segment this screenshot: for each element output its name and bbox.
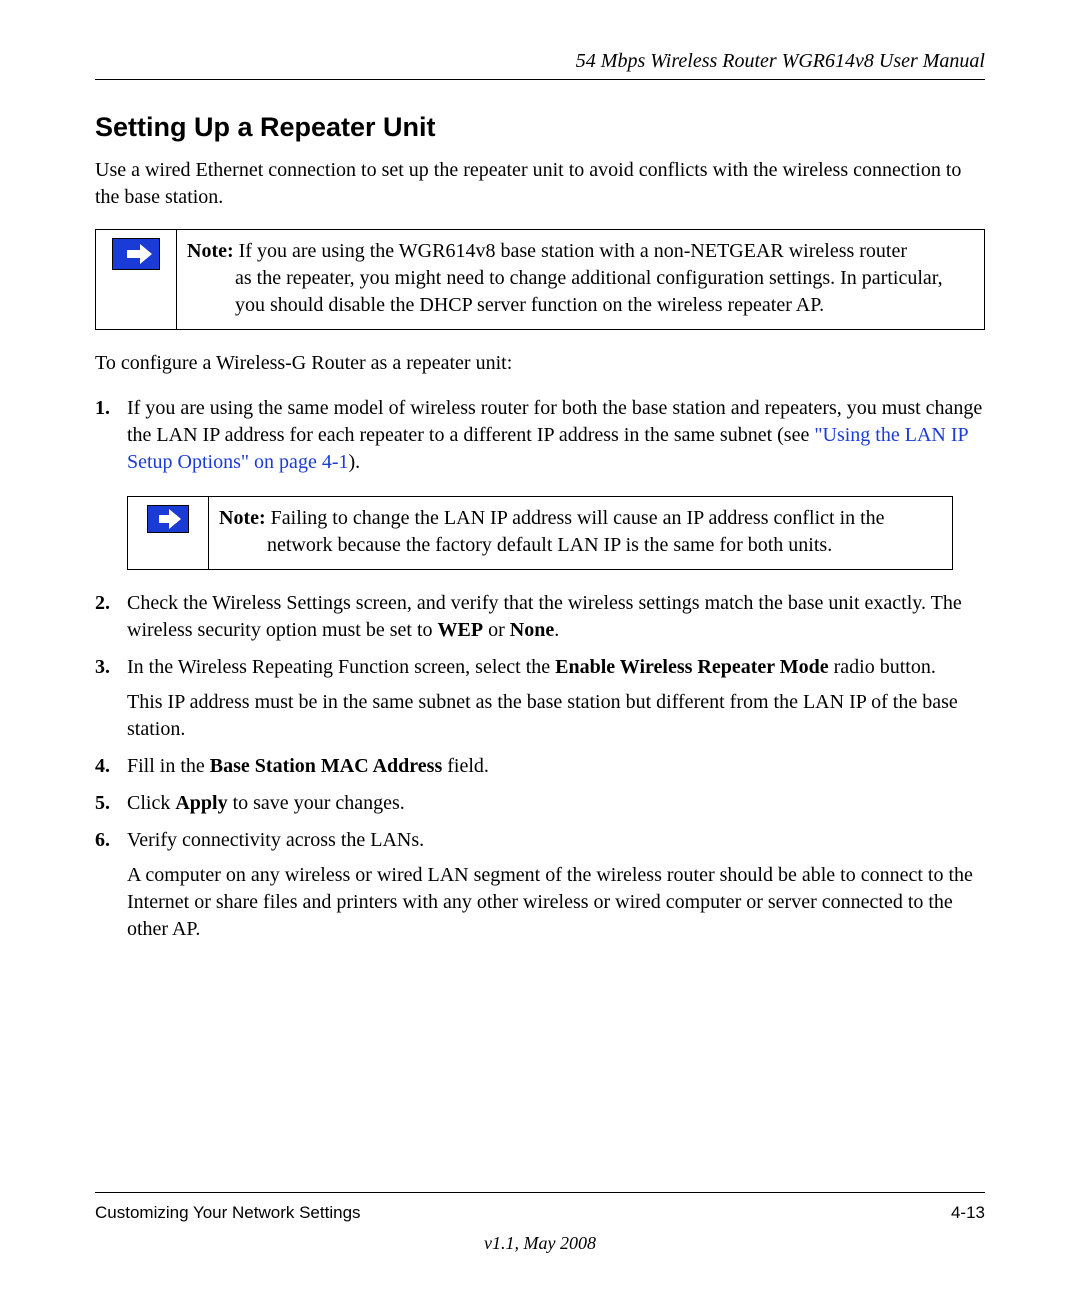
note-box-inner: Note: Failing to change the LAN IP addre… [127, 496, 953, 570]
step-item-1: If you are using the same model of wirel… [95, 395, 985, 570]
note-text: Note: If you are using the WGR614v8 base… [177, 230, 984, 329]
step-1-text-b: ). [348, 451, 360, 473]
step-3-text-b: radio button. [829, 656, 936, 678]
step-4-bold: Base Station MAC Address [210, 755, 442, 777]
section-heading: Setting Up a Repeater Unit [95, 112, 985, 143]
note-icon-cell [96, 230, 177, 329]
note-label: Note: [187, 240, 234, 262]
step-3-sub: This IP address must be in the same subn… [127, 689, 985, 743]
step-2-wep: WEP [438, 619, 484, 641]
step-6-sub: A computer on any wireless or wired LAN … [127, 862, 985, 943]
note-box: Note: If you are using the WGR614v8 base… [95, 229, 985, 330]
step-item-3: In the Wireless Repeating Function scree… [95, 654, 985, 743]
arrow-right-icon [147, 505, 189, 533]
step-2-none: None [510, 619, 554, 641]
note-lead-text: If you are using the WGR614v8 base stati… [234, 240, 907, 262]
footer-chapter: Customizing Your Network Settings [95, 1203, 361, 1223]
step-6-text: Verify connectivity across the LANs. [127, 829, 424, 851]
step-4-text-b: field. [442, 755, 489, 777]
step-item-5: Click Apply to save your changes. [95, 790, 985, 817]
footer-version: v1.1, May 2008 [95, 1233, 985, 1254]
step-5-bold: Apply [175, 792, 227, 814]
step-3-bold: Enable Wireless Repeater Mode [555, 656, 829, 678]
lead-sentence: To configure a Wireless-G Router as a re… [95, 350, 985, 377]
manual-page: 54 Mbps Wireless Router WGR614v8 User Ma… [0, 0, 1080, 1296]
step-item-4: Fill in the Base Station MAC Address fie… [95, 753, 985, 780]
steps-list: If you are using the same model of wirel… [95, 395, 985, 943]
step-item-2: Check the Wireless Settings screen, and … [95, 590, 985, 644]
step-item-6: Verify connectivity across the LANs. A c… [95, 827, 985, 943]
step-3-text-a: In the Wireless Repeating Function scree… [127, 656, 555, 678]
note-text: Note: Failing to change the LAN IP addre… [209, 497, 899, 569]
step-2-or: or [483, 619, 510, 641]
running-header: 54 Mbps Wireless Router WGR614v8 User Ma… [95, 50, 985, 79]
footer-row: Customizing Your Network Settings 4-13 [95, 1203, 985, 1223]
page-footer: Customizing Your Network Settings 4-13 v… [95, 1192, 985, 1254]
note-lead-text: Failing to change the LAN IP address wil… [266, 507, 885, 529]
note-continuation: as the repeater, you might need to chang… [235, 265, 970, 319]
footer-rule [95, 1192, 985, 1193]
step-5-text-a: Click [127, 792, 175, 814]
note-label: Note: [219, 507, 266, 529]
intro-paragraph: Use a wired Ethernet connection to set u… [95, 157, 985, 211]
step-4-text-a: Fill in the [127, 755, 210, 777]
header-rule [95, 79, 985, 80]
note-continuation: network because the factory default LAN … [267, 532, 885, 559]
arrow-right-icon [112, 238, 160, 270]
note-icon-cell [128, 497, 209, 569]
footer-page-number: 4-13 [951, 1203, 985, 1223]
step-5-text-b: to save your changes. [228, 792, 405, 814]
step-2-end: . [554, 619, 559, 641]
